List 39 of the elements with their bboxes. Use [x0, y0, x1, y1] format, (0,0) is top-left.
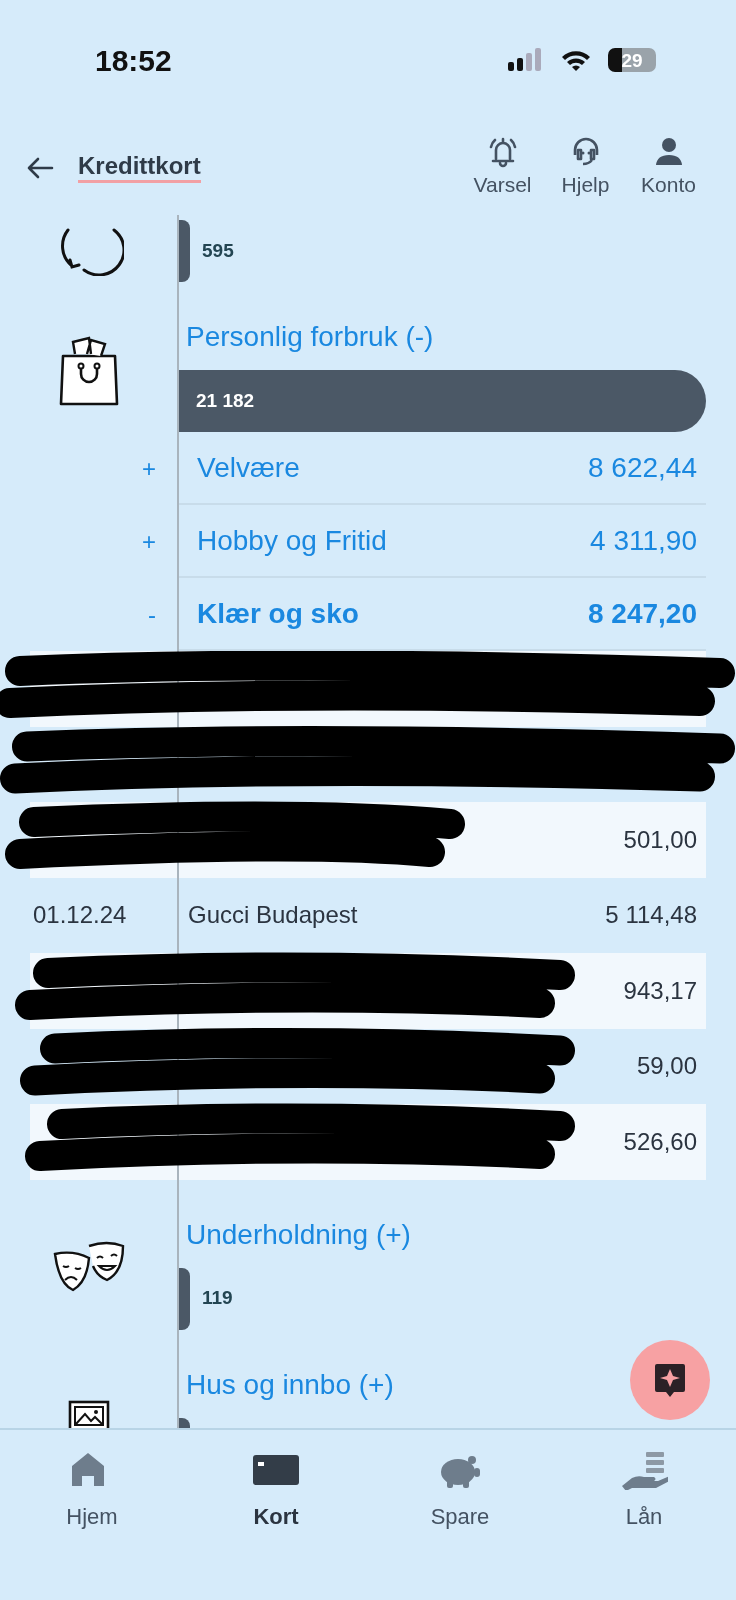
transaction-amount: 526,60 — [623, 1127, 697, 1155]
transaction-date: 01.12.24 — [33, 901, 127, 929]
status-time: 18:52 — [95, 42, 172, 79]
transaction-amount: 943,17 — [623, 976, 697, 1004]
expand-toggle[interactable]: + — [136, 522, 178, 561]
category-toggle[interactable]: Hus og innbo (+) — [186, 1363, 394, 1406]
nav-tab[interactable]: Spare — [368, 1430, 552, 1600]
battery-level: 29 — [621, 50, 643, 70]
category-toggle[interactable]: Personlig forbruk (-) — [186, 316, 434, 358]
back-arrow-icon — [26, 155, 54, 180]
category-toggle[interactable]: Underholdning (+) — [186, 1213, 411, 1256]
category-total: 119 — [201, 1286, 233, 1311]
header-action-button[interactable]: Konto — [631, 134, 706, 201]
back-button[interactable] — [26, 155, 54, 180]
hand-coins-icon — [620, 1450, 668, 1490]
nav-tab[interactable]: Hjem — [0, 1430, 184, 1600]
transaction-amount: 5 114,48 — [605, 901, 697, 929]
transaction-amount: 501,00 — [623, 825, 697, 853]
category-total: 595 — [201, 238, 234, 263]
nav-tab[interactable]: Kort — [184, 1430, 368, 1600]
subcategory-name[interactable]: Velvære — [178, 446, 300, 489]
transaction-amount: 59,00 — [636, 1052, 697, 1080]
expand-toggle[interactable]: + — [136, 449, 178, 488]
sparkle-chat-icon — [653, 1362, 687, 1398]
header-action-button[interactable]: Varsel — [465, 134, 540, 201]
nav-tab[interactable]: Lån — [552, 1430, 736, 1600]
subcategory-name[interactable]: Klær og sko — [178, 592, 359, 635]
expand-toggle[interactable]: - — [142, 595, 178, 634]
signal-icon — [508, 48, 544, 72]
category-total: 21 182 — [196, 388, 255, 413]
subcategory-amount: 8 622,44 — [588, 450, 698, 485]
wifi-icon — [560, 48, 592, 72]
subcategory-name[interactable]: Hobby og Fritid — [178, 519, 387, 562]
subcategory-amount: 8 247,20 — [588, 596, 698, 631]
transaction-description: Gucci Budapest — [188, 901, 358, 929]
header-action-button[interactable]: Hjelp — [548, 134, 623, 201]
subcategory-amount: 4 311,90 — [590, 523, 698, 558]
framed-picture-icon — [67, 1398, 111, 1428]
page-title: Kredittkort — [78, 152, 201, 183]
